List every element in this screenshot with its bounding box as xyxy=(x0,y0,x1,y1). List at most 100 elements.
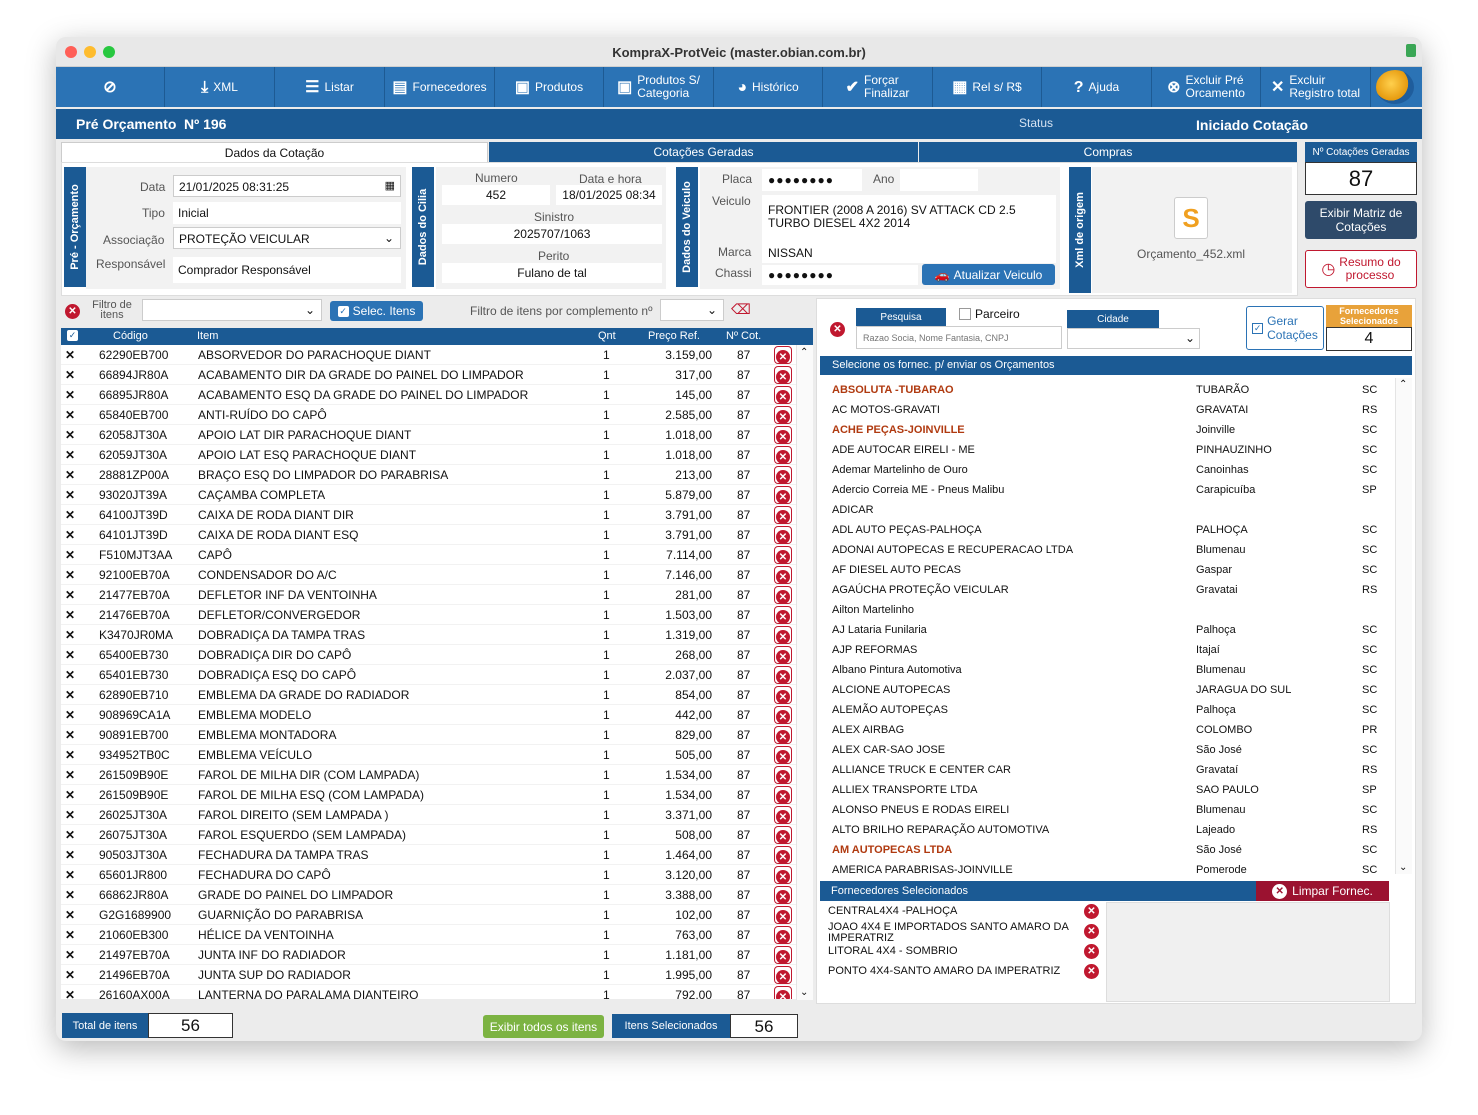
listar-button[interactable]: ☰ Listar xyxy=(275,67,385,107)
row-checkbox[interactable]: ✕ xyxy=(65,368,75,382)
produtos-button[interactable]: ▣ Produtos xyxy=(495,67,604,107)
limpar-fornec-button[interactable]: ✕ Limpar Fornec. xyxy=(1256,881,1389,901)
remove-item-button[interactable]: ✕ xyxy=(774,786,792,804)
remove-item-button[interactable]: ✕ xyxy=(774,526,792,544)
search-input[interactable] xyxy=(856,326,1062,349)
numero-field[interactable]: 452 xyxy=(442,185,550,205)
table-row[interactable]: ✕ 28881ZP00A BRAÇO ESQ DO LIMPADOR DO PARA… xyxy=(61,465,803,485)
row-checkbox[interactable]: ✕ xyxy=(65,808,75,822)
table-row[interactable]: ✕ 93020JT39A CAÇAMBA COMPLETA 1 5.879,00 87 ✕ xyxy=(61,485,803,505)
remove-item-button[interactable]: ✕ xyxy=(774,846,792,864)
table-row[interactable]: ✕ 26025JT30A FAROL DIREITO (SEM LAMPADA ) 1… xyxy=(61,805,803,825)
remove-supplier-icon[interactable]: ✕ xyxy=(1084,964,1099,979)
remove-item-button[interactable]: ✕ xyxy=(774,766,792,784)
table-row[interactable]: ✕ 66894JR80A ACABAMENTO DIR DA GRADE DO PA… xyxy=(61,365,803,385)
supplier-row[interactable]: ADE AUTOCAR EIRELI - ME PINHAUZINHO SC xyxy=(820,440,1395,460)
remove-item-button[interactable]: ✕ xyxy=(774,866,792,884)
row-checkbox[interactable]: ✕ xyxy=(65,448,75,462)
row-checkbox[interactable]: ✕ xyxy=(65,828,75,842)
remove-item-button[interactable]: ✕ xyxy=(774,506,792,524)
row-checkbox[interactable]: ✕ xyxy=(65,748,75,762)
supplier-row[interactable]: Ailton Martelinho xyxy=(820,600,1395,620)
row-checkbox[interactable]: ✕ xyxy=(65,548,75,562)
row-checkbox[interactable]: ✕ xyxy=(65,508,75,522)
supplier-row[interactable]: ACHE PEÇAS-JOINVILLE Joinville SC xyxy=(820,420,1395,440)
row-checkbox[interactable]: ✕ xyxy=(65,568,75,582)
row-checkbox[interactable]: ✕ xyxy=(65,988,75,999)
table-row[interactable]: ✕ 90891EB700 EMBLEMA MONTADORA 1 829,00 87 ✕ xyxy=(61,725,803,745)
xml-file-name[interactable]: Orçamento_452.xml xyxy=(1137,247,1245,261)
remove-supplier-icon[interactable]: ✕ xyxy=(1084,904,1099,919)
supplier-row[interactable]: ADL AUTO PEÇAS-PALHOÇA PALHOÇA SC xyxy=(820,520,1395,540)
excluir-registro-button[interactable]: ✕ Excluir Registro total xyxy=(1261,67,1371,107)
clear-filter-icon[interactable]: ✕ xyxy=(65,304,80,319)
row-checkbox[interactable]: ✕ xyxy=(65,648,75,662)
produtos-categoria-button[interactable]: ▣ Produtos S/Categoria xyxy=(604,67,714,107)
tipo-field[interactable]: Inicial xyxy=(173,202,401,224)
table-row[interactable]: ✕ 64100JT39D CAIXA DE RODA DIANT DIR 1 3.791… xyxy=(61,505,803,525)
table-row[interactable]: ✕ F510MJT3AA CAPÔ 1 7.114,00 87 ✕ xyxy=(61,545,803,565)
remove-item-button[interactable]: ✕ xyxy=(774,986,792,999)
table-row[interactable]: ✕ 64101JT39D CAIXA DE RODA DIANT ESQ 1 3.791… xyxy=(61,525,803,545)
table-row[interactable]: ✕ 66895JR80A ACABAMENTO ESQ DA GRADE DO PA… xyxy=(61,385,803,405)
supplier-row[interactable]: ALCIONE AUTOPECAS JARAGUA DO SUL SC xyxy=(820,680,1395,700)
resumo-processo-button[interactable]: ◷ Resumo do processo xyxy=(1305,250,1417,288)
scroll-up-icon[interactable]: ⌃ xyxy=(800,347,808,358)
forcar-finalizar-button[interactable]: ✔ Forçar Finalizar xyxy=(823,67,933,107)
clear-search-icon[interactable]: ✕ xyxy=(830,322,845,337)
remove-item-button[interactable]: ✕ xyxy=(774,606,792,624)
row-checkbox[interactable]: ✕ xyxy=(65,908,75,922)
table-row[interactable]: ✕ 65601JR800 FECHADURA DO CAPÔ 1 3.120,00 87 ✕ xyxy=(61,865,803,885)
remove-item-button[interactable]: ✕ xyxy=(774,886,792,904)
remove-item-button[interactable]: ✕ xyxy=(774,806,792,824)
calendar-icon[interactable]: ▦ xyxy=(385,179,395,192)
table-row[interactable]: ✕ 65401EB730 DOBRADIÇA ESQ DO CAPÔ 1 2.037,0… xyxy=(61,665,803,685)
perito-field[interactable]: Fulano de tal xyxy=(442,263,662,283)
supplier-row[interactable]: ALLIEX TRANSPORTE LTDA SAO PAULO SP xyxy=(820,780,1395,800)
placa-field[interactable]: ●●●●●●●● xyxy=(762,169,862,191)
row-checkbox[interactable]: ✕ xyxy=(65,388,75,402)
remove-item-button[interactable]: ✕ xyxy=(774,546,792,564)
remove-item-button[interactable]: ✕ xyxy=(774,426,792,444)
table-row[interactable]: ✕ 65840EB700 ANTI-RUÍDO DO CAPÔ 1 2.585,00 87… xyxy=(61,405,803,425)
table-row[interactable]: ✕ 261509B90E FAROL DE MILHA ESQ (COM LAMPA… xyxy=(61,785,803,805)
row-checkbox[interactable]: ✕ xyxy=(65,628,75,642)
complemento-select[interactable]: ⌄ xyxy=(660,299,724,321)
supplier-row[interactable]: ALEMÃO AUTOPEÇAS Palhoça SC xyxy=(820,700,1395,720)
historico-button[interactable]: ◕ Histórico xyxy=(714,67,823,107)
row-checkbox[interactable]: ✕ xyxy=(65,888,75,902)
supplier-row[interactable]: Adercio Correia ME - Pneus Malibu Carapic… xyxy=(820,480,1395,500)
select-all-checkbox[interactable]: ✓ xyxy=(67,330,78,341)
remove-item-button[interactable]: ✕ xyxy=(774,586,792,604)
remove-item-button[interactable]: ✕ xyxy=(774,446,792,464)
eraser-icon[interactable]: ⌫ xyxy=(731,301,751,318)
remove-supplier-icon[interactable]: ✕ xyxy=(1084,924,1099,939)
row-checkbox[interactable]: ✕ xyxy=(65,848,75,862)
table-row[interactable]: ✕ 62290EB700 ABSORVEDOR DO PARACHOQUE DIAN… xyxy=(61,345,803,365)
veiculo-field[interactable]: FRONTIER (2008 A 2016) SV ATTACK CD 2.5 T… xyxy=(762,195,1056,243)
scroll-up-icon[interactable]: ⌃ xyxy=(1399,379,1407,390)
remove-item-button[interactable]: ✕ xyxy=(774,346,792,364)
remove-item-button[interactable]: ✕ xyxy=(774,626,792,644)
table-row[interactable]: ✕ 65400EB730 DOBRADIÇA DIR DO CAPÔ 1 268,00 8… xyxy=(61,645,803,665)
row-checkbox[interactable]: ✕ xyxy=(65,688,75,702)
row-checkbox[interactable]: ✕ xyxy=(65,948,75,962)
col-ncot[interactable]: Nº Cot. xyxy=(726,330,761,342)
supplier-row[interactable]: ALEX CAR-SAO JOSE São José SC xyxy=(820,740,1395,760)
table-row[interactable]: ✕ 21497EB70A JUNTA INF DO RADIADOR 1 1.181,0… xyxy=(61,945,803,965)
row-checkbox[interactable]: ✕ xyxy=(65,488,75,502)
row-checkbox[interactable]: ✕ xyxy=(65,928,75,942)
row-checkbox[interactable]: ✕ xyxy=(65,788,75,802)
table-row[interactable]: ✕ 26075JT30A FAROL ESQUERDO (SEM LAMPADA) 1… xyxy=(61,825,803,845)
atualizar-veiculo-button[interactable]: 🚗 Atualizar Veiculo xyxy=(922,264,1055,285)
remove-item-button[interactable]: ✕ xyxy=(774,386,792,404)
associacao-select[interactable]: PROTEÇÃO VEICULAR ⌄ xyxy=(173,227,401,249)
row-checkbox[interactable]: ✕ xyxy=(65,868,75,882)
supplier-row[interactable]: ALTO BRILHO REPARAÇÃO AUTOMOTIVA Lajeado R… xyxy=(820,820,1395,840)
data-field[interactable]: 21/01/2025 08:31:25 ▦ xyxy=(173,175,401,197)
items-scrollbar[interactable]: ⌃ ⌄ xyxy=(796,345,813,1000)
remove-item-button[interactable]: ✕ xyxy=(774,646,792,664)
selec-itens-button[interactable]: ✓ Selec. Itens xyxy=(330,301,423,321)
supplier-row[interactable]: AJP REFORMAS Itajaí SC xyxy=(820,640,1395,660)
cidade-select[interactable]: ⌄ xyxy=(1067,328,1200,349)
